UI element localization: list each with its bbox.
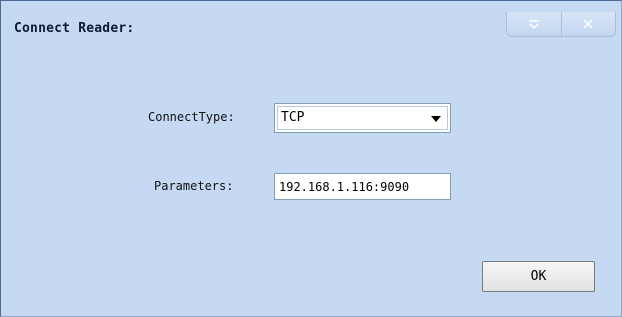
caption-buttons [506,12,616,37]
close-button[interactable] [560,12,616,36]
connect-type-label: ConnectType: [148,110,235,124]
minimize-button[interactable] [507,12,561,36]
connect-type-select[interactable]: TCP [274,103,451,133]
connect-reader-dialog: Connect Reader: ConnectType: TCP Paramet… [0,0,622,317]
dropdown-minimize-icon [528,20,539,29]
chevron-down-icon[interactable] [431,116,441,122]
parameters-input[interactable] [274,173,451,200]
connect-type-value: TCP [281,110,305,125]
dialog-title: Connect Reader: [14,21,135,36]
close-icon [583,19,593,29]
ok-button[interactable]: OK [482,261,595,292]
parameters-label: Parameters: [154,179,234,193]
